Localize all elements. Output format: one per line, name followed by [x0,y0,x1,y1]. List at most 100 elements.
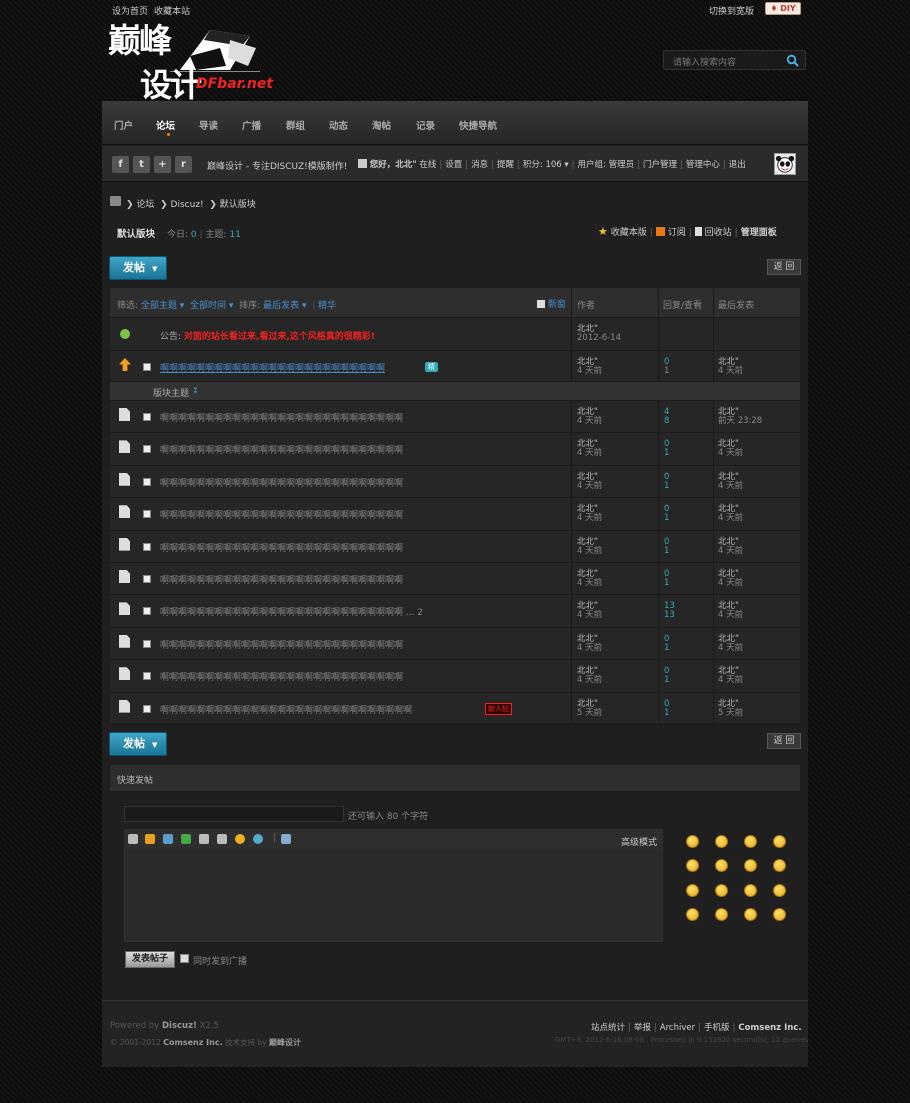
nav-guide[interactable]: 导读 [199,118,218,132]
thread-checkbox[interactable] [143,363,151,371]
footer-archiver-link[interactable]: Archiver [660,1023,695,1033]
thread-title[interactable]: 啊啊啊啊啊啊啊啊啊啊啊啊啊啊啊啊啊啊啊啊啊啊啊啊啊啊啊 [160,411,403,424]
smiley-icon[interactable] [686,883,699,897]
nav-groups[interactable]: 群组 [286,118,305,132]
attachment-icon[interactable] [281,834,291,844]
attach-image-icon[interactable] [181,834,191,844]
smiley-icon[interactable] [744,835,757,848]
bookmark-link[interactable]: 收藏本站 [154,7,190,17]
home-icon[interactable] [110,196,121,206]
thread-checkbox[interactable] [143,639,151,648]
thread-checkbox[interactable] [143,413,151,421]
announcement-row[interactable]: 公告: 对面的站长看过来,看过来,这个风格真的很精彩! 北北" 2012-6-14 [110,318,800,351]
user-greeting[interactable]: 您好，北北" [370,160,417,170]
footer-stats-link[interactable]: 站点统计 [591,1023,625,1033]
thread-title[interactable]: 啊啊啊啊啊啊啊啊啊啊啊啊啊啊啊啊啊啊啊啊啊啊啊啊啊啊啊 [160,476,403,489]
thread-title[interactable]: 啊啊啊啊啊啊啊啊啊啊啊啊啊啊啊啊啊啊啊啊啊啊啊啊啊 [160,361,385,374]
logout-link[interactable]: 退出 [729,160,746,170]
smiley-icon[interactable] [686,835,699,848]
table-row[interactable]: 啊啊啊啊啊啊啊啊啊啊啊啊啊啊啊啊啊啊啊啊啊啊啊啊啊啊啊 北北" 4 天前 0 1 北北" 4… [110,466,800,499]
thread-title[interactable]: 啊啊啊啊啊啊啊啊啊啊啊啊啊啊啊啊啊啊啊啊啊啊啊啊啊啊啊 [160,508,403,521]
thread-title[interactable]: 啊啊啊啊啊啊啊啊啊啊啊啊啊啊啊啊啊啊啊啊啊啊啊啊啊啊啊 [160,573,403,586]
facebook-icon[interactable]: f [112,156,129,173]
thread-checkbox[interactable] [143,445,151,454]
nav-portal[interactable]: 门户 [114,118,133,132]
smiley-icon[interactable] [773,907,786,921]
thread-title[interactable]: 啊啊啊啊啊啊啊啊啊啊啊啊啊啊啊啊啊啊啊啊啊啊啊啊啊啊啊 [160,443,403,456]
share-icon[interactable]: + [154,156,171,173]
online-status[interactable]: 在线 [419,160,436,170]
thread-title[interactable]: 啊啊啊啊啊啊啊啊啊啊啊啊啊啊啊啊啊啊啊啊啊啊啊啊啊啊啊 [160,638,403,651]
search-box[interactable]: 请输入搜索内容 [663,50,806,70]
smiley-icon[interactable] [715,907,728,921]
breadcrumb-discuz[interactable]: Discuz! [171,200,204,210]
smiley-icon[interactable] [715,883,728,897]
usergroup-link[interactable]: 用户组: 管理员 [578,160,635,170]
nav-forum[interactable]: 论坛 [156,118,175,132]
table-row[interactable]: 啊啊啊啊啊啊啊啊啊啊啊啊啊啊啊啊啊啊啊啊啊啊啊啊啊啊啊 北北" 4 天前 0 1 北北" 4… [110,498,800,531]
collapse-icon[interactable]: ↕ [192,386,199,395]
quote-icon[interactable] [217,834,227,844]
link-icon[interactable] [253,834,263,844]
thread-title[interactable]: 啊啊啊啊啊啊啊啊啊啊啊啊啊啊啊啊啊啊啊啊啊啊啊啊啊啊啊啊 [160,703,412,716]
recycle-bin-link[interactable]: 回收站 [705,228,732,238]
search-icon[interactable] [786,54,799,67]
filter-digest[interactable]: 精华 [318,301,336,311]
favorite-forum-link[interactable]: 收藏本版 [611,228,647,238]
new-window-toggle[interactable]: 新窗 [537,297,566,310]
subscribe-link[interactable]: 订阅 [668,228,686,238]
back-button[interactable]: 返 回 [767,259,801,275]
new-thread-button[interactable]: 发帖 ▼ [109,256,167,280]
twitter-icon[interactable]: t [133,156,150,173]
table-row[interactable]: 啊啊啊啊啊啊啊啊啊啊啊啊啊啊啊啊啊啊啊啊啊啊啊啊啊啊啊 北北" 4 天前 0 1 北北" 4… [110,563,800,596]
font-color-icon[interactable] [145,834,155,844]
sort-menu[interactable]: 最后发表 ▾ [263,301,306,311]
thread-title[interactable]: 啊啊啊啊啊啊啊啊啊啊啊啊啊啊啊啊啊啊啊啊啊啊啊啊啊啊啊 ... 2 [160,605,423,618]
smiley-icon[interactable] [235,834,245,844]
thread-checkbox[interactable] [143,477,151,486]
messages-link[interactable]: 消息 [471,160,488,170]
thread-checkbox[interactable] [143,704,151,713]
thread-checkbox[interactable] [143,575,151,583]
submit-post-button[interactable]: 发表帖子 [125,951,175,968]
nav-collections[interactable]: 淘帖 [372,118,391,132]
smiley-icon[interactable] [773,835,786,848]
advanced-mode-link[interactable]: 高级模式 [621,835,657,848]
sticky-thread-row[interactable]: 啊啊啊啊啊啊啊啊啊啊啊啊啊啊啊啊啊啊啊啊啊啊啊啊啊 精 北北" 4 天前 01 北… [110,351,800,382]
site-logo[interactable]: 巅峰 设计 DFbar.net [108,24,278,105]
nav-quick-nav[interactable]: 快捷导航 [459,118,497,132]
thread-checkbox[interactable] [143,510,151,519]
filter-all-threads[interactable]: 全部主题 ▾ [141,301,184,311]
thread-checkbox[interactable] [143,542,151,551]
thread-title[interactable]: 啊啊啊啊啊啊啊啊啊啊啊啊啊啊啊啊啊啊啊啊啊啊啊啊啊啊啊 [160,541,403,554]
table-row[interactable]: 啊啊啊啊啊啊啊啊啊啊啊啊啊啊啊啊啊啊啊啊啊啊啊啊啊啊啊 北北" 4 天前 0 1 北北" 4… [110,433,800,466]
table-row[interactable]: 啊啊啊啊啊啊啊啊啊啊啊啊啊啊啊啊啊啊啊啊啊啊啊啊啊啊啊 北北" 4 天前 0 1 北北" 4… [110,531,800,563]
points-menu[interactable]: 积分: 106 ▾ [523,160,569,170]
nav-broadcast[interactable]: 广播 [242,118,261,132]
set-homepage-link[interactable]: 设为首页 [112,7,148,17]
subject-input[interactable] [124,806,344,822]
smiley-icon[interactable] [773,883,786,897]
breadcrumb-current[interactable]: 默认版块 [220,200,256,210]
table-row[interactable]: 啊啊啊啊啊啊啊啊啊啊啊啊啊啊啊啊啊啊啊啊啊啊啊啊啊啊啊 北北" 4 天前 0 1 北北" 4… [110,660,800,693]
table-row[interactable]: 啊啊啊啊啊啊啊啊啊啊啊啊啊啊啊啊啊啊啊啊啊啊啊啊啊啊啊啊 新人帖 北北" 5 天前 0 1… [110,693,800,725]
thread-title[interactable]: 啊啊啊啊啊啊啊啊啊啊啊啊啊啊啊啊啊啊啊啊啊啊啊啊啊啊啊 [160,670,403,683]
designer-link[interactable]: 巅峰设计 [269,1038,301,1047]
footer-comsenz-link[interactable]: Comsenz Inc. [738,1023,801,1033]
avatar[interactable] [774,153,796,175]
settings-link[interactable]: 设置 [445,160,462,170]
back-button-bottom[interactable]: 返 回 [767,733,801,749]
smiley-icon[interactable] [715,835,728,848]
table-row[interactable]: 啊啊啊啊啊啊啊啊啊啊啊啊啊啊啊啊啊啊啊啊啊啊啊啊啊啊啊 北北" 4 天前 0 1 北北" 4… [110,628,800,661]
diy-button[interactable]: ♦ DIY [765,2,801,15]
format-icon[interactable] [199,834,209,844]
filter-all-time[interactable]: 全部时间 ▾ [190,301,233,311]
thread-checkbox[interactable] [143,672,151,681]
comsenz-link[interactable]: Comsenz Inc. [163,1038,222,1047]
discuz-link[interactable]: Discuz! [162,1021,197,1031]
thread-checkbox[interactable] [143,607,151,616]
broadcast-checkbox[interactable] [180,954,189,963]
portal-admin-link[interactable]: 门户管理 [643,160,677,170]
footer-report-link[interactable]: 举报 [634,1023,651,1033]
table-row[interactable]: 啊啊啊啊啊啊啊啊啊啊啊啊啊啊啊啊啊啊啊啊啊啊啊啊啊啊啊 北北" 4 天前 4 8 北北" 前… [110,401,800,434]
